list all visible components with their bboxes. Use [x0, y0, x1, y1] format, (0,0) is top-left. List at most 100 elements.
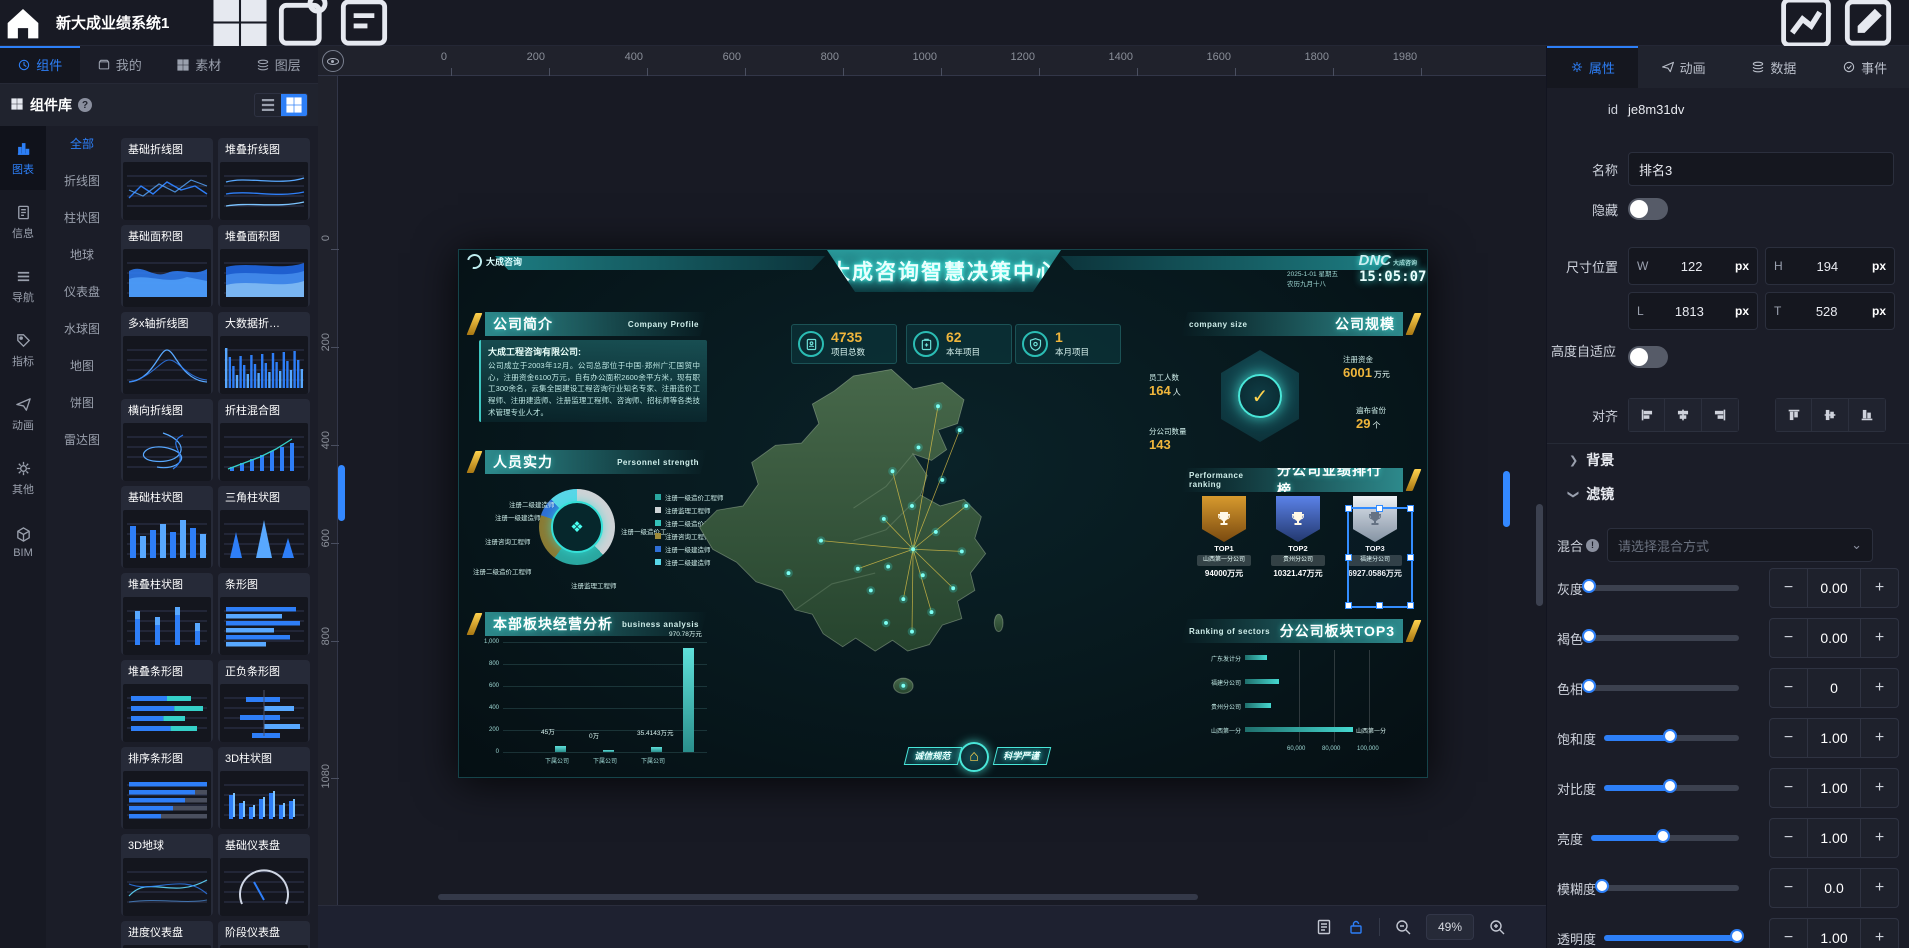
page-list-icon[interactable]	[1315, 918, 1333, 936]
category-雷达图[interactable]: 雷达图	[46, 422, 118, 459]
category-全部[interactable]: 全部	[46, 126, 118, 163]
component-card-折柱混合图[interactable]: 折柱混合图	[218, 399, 310, 481]
rail-item-信息[interactable]: 信息	[0, 190, 46, 254]
rail-item-BIM[interactable]: BIM	[0, 510, 46, 574]
selection-handle[interactable]	[1407, 554, 1414, 561]
component-card-基础面积图[interactable]: 基础面积图	[121, 225, 213, 307]
decrease-button[interactable]: −	[1770, 619, 1807, 657]
selection-handle[interactable]	[1407, 602, 1414, 609]
increase-button[interactable]: +	[1861, 769, 1898, 807]
category-地图[interactable]: 地图	[46, 348, 118, 385]
grid-view-button[interactable]	[281, 94, 307, 116]
slider-饱和度[interactable]	[1604, 735, 1739, 741]
filter-section-header[interactable]: ❯滤镜	[1569, 484, 1614, 504]
component-card-三角柱状图[interactable]: 三角柱状图	[218, 486, 310, 568]
selection-handle[interactable]	[1407, 505, 1414, 512]
slider-色相[interactable]	[1591, 685, 1739, 691]
dashboard-artboard[interactable]: 大成咨询智慧决策中心 大成咨询 DNC大成咨询 2025-1-01 星期五农历九…	[458, 249, 1428, 778]
slider-模糊度[interactable]	[1604, 885, 1739, 891]
zoom-level[interactable]: 49%	[1426, 914, 1474, 940]
align-center-button[interactable]	[1665, 398, 1702, 432]
component-card-基础仪表盘[interactable]: 基础仪表盘	[218, 834, 310, 916]
component-card-大数据折…[interactable]: 大数据折…	[218, 312, 310, 394]
left-tab-素材[interactable]: 素材	[159, 46, 239, 83]
auto-height-toggle[interactable]	[1628, 346, 1668, 368]
right-tab-数据[interactable]: 数据	[1729, 46, 1820, 88]
component-card-堆叠面积图[interactable]: 堆叠面积图	[218, 225, 310, 307]
increase-button[interactable]: +	[1861, 569, 1898, 607]
slider-亮度[interactable]	[1591, 835, 1739, 841]
increase-button[interactable]: +	[1861, 669, 1898, 707]
horizontal-scrollbar[interactable]	[438, 894, 1198, 900]
rail-item-导航[interactable]: 导航	[0, 254, 46, 318]
height-field[interactable]: H194px	[1765, 247, 1895, 285]
ranking-card-TOP1[interactable]: TOP1 山西第一分公司 94000万元	[1195, 496, 1253, 579]
width-field[interactable]: W122px	[1628, 247, 1758, 285]
align-top-button[interactable]	[1775, 398, 1812, 432]
home-button[interactable]	[0, 0, 46, 46]
selection-handle[interactable]	[1345, 602, 1352, 609]
increase-button[interactable]: +	[1861, 819, 1898, 857]
decrease-button[interactable]: −	[1770, 869, 1807, 907]
category-柱状图[interactable]: 柱状图	[46, 200, 118, 237]
category-饼图[interactable]: 饼图	[46, 385, 118, 422]
selection-handle[interactable]	[1376, 602, 1383, 609]
category-仪表盘[interactable]: 仪表盘	[46, 274, 118, 311]
decrease-button[interactable]: −	[1770, 569, 1807, 607]
selection-handle[interactable]	[1376, 505, 1383, 512]
component-card-堆叠柱状图[interactable]: 堆叠柱状图	[121, 573, 213, 655]
component-card-3D柱状图[interactable]: 3D柱状图	[218, 747, 310, 829]
slider-灰度[interactable]	[1591, 585, 1739, 591]
list-view-button[interactable]	[255, 94, 281, 116]
selection-handle[interactable]	[1345, 505, 1352, 512]
rail-item-其他[interactable]: 其他	[0, 446, 46, 510]
component-card-多x轴折线图[interactable]: 多x轴折线图	[121, 312, 213, 394]
component-card-条形图[interactable]: 条形图	[218, 573, 310, 655]
component-card-排序条形图[interactable]: 排序条形图	[121, 747, 213, 829]
category-水球图[interactable]: 水球图	[46, 311, 118, 348]
increase-button[interactable]: +	[1861, 919, 1898, 948]
background-section-header[interactable]: ❯背景	[1569, 450, 1614, 470]
right-tab-事件[interactable]: 事件	[1819, 46, 1909, 88]
blend-select[interactable]: 请选择混合方式⌄	[1607, 528, 1873, 562]
align-middle-button[interactable]	[1812, 398, 1849, 432]
toggle-panel-eye-button[interactable]	[322, 50, 344, 72]
component-card-3D地球[interactable]: 3D地球	[121, 834, 213, 916]
component-card-正负条形图[interactable]: 正负条形图	[218, 660, 310, 742]
left-field[interactable]: L1813px	[1628, 292, 1758, 330]
help-icon[interactable]: ?	[78, 98, 92, 112]
rail-item-动画[interactable]: 动画	[0, 382, 46, 446]
increase-button[interactable]: +	[1861, 619, 1898, 657]
hide-toggle[interactable]	[1628, 198, 1668, 220]
component-card-进度仪表盘[interactable]: 进度仪表盘	[121, 921, 213, 948]
component-card-基础柱状图[interactable]: 基础柱状图	[121, 486, 213, 568]
ranking-card-TOP2[interactable]: TOP2 贵州分公司 10321.47万元	[1269, 496, 1327, 579]
selection-handle[interactable]	[1345, 554, 1352, 561]
rail-item-图表[interactable]: 图表	[0, 126, 46, 190]
rail-item-指标[interactable]: 指标	[0, 318, 46, 382]
left-edge-handle[interactable]	[338, 465, 345, 521]
increase-button[interactable]: +	[1861, 869, 1898, 907]
slider-透明度[interactable]	[1604, 935, 1739, 941]
decrease-button[interactable]: −	[1770, 819, 1807, 857]
component-card-基础折线图[interactable]: 基础折线图	[121, 138, 213, 220]
right-tab-属性[interactable]: 属性	[1547, 46, 1638, 88]
left-tab-我的[interactable]: 我的	[80, 46, 160, 83]
vertical-scrollbar[interactable]	[1536, 504, 1543, 606]
category-折线图[interactable]: 折线图	[46, 163, 118, 200]
top-field[interactable]: T528px	[1765, 292, 1895, 330]
decrease-button[interactable]: −	[1770, 769, 1807, 807]
component-card-横向折线图[interactable]: 横向折线图	[121, 399, 213, 481]
name-input[interactable]	[1628, 152, 1894, 186]
unlock-icon[interactable]	[1347, 918, 1365, 936]
align-left-button[interactable]	[1628, 398, 1665, 432]
decrease-button[interactable]: −	[1770, 719, 1807, 757]
align-bottom-button[interactable]	[1849, 398, 1886, 432]
increase-button[interactable]: +	[1861, 719, 1898, 757]
category-地球[interactable]: 地球	[46, 237, 118, 274]
slider-褐色[interactable]	[1591, 635, 1739, 641]
right-edge-handle[interactable]	[1503, 471, 1510, 527]
align-right-button[interactable]	[1702, 398, 1739, 432]
component-card-阶段仪表盘[interactable]: 阶段仪表盘	[218, 921, 310, 948]
decrease-button[interactable]: −	[1770, 919, 1807, 948]
